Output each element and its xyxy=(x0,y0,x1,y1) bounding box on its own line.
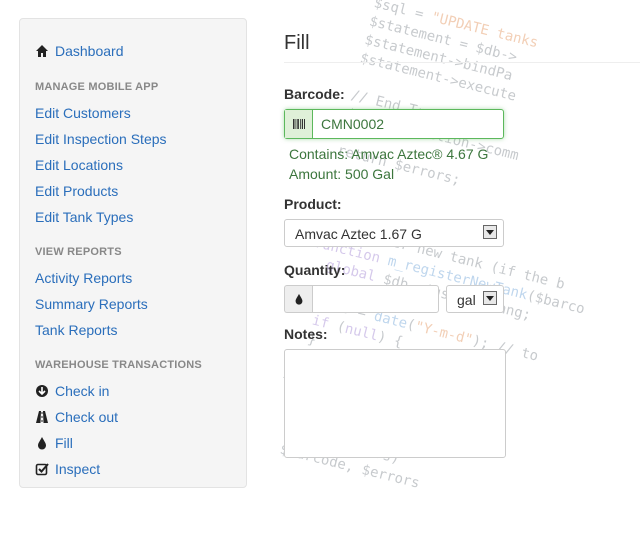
sidebar-item-check-out[interactable]: Check out xyxy=(35,409,118,425)
sidebar-item-edit-customers[interactable]: Edit Customers xyxy=(35,105,131,121)
product-selected-value: Amvac Aztec 1.67 G xyxy=(295,226,422,242)
barcode-label: Barcode: xyxy=(284,86,345,102)
unit-select[interactable]: gal xyxy=(446,285,504,313)
page-title: Fill xyxy=(284,32,310,54)
sidebar-item-inspect[interactable]: Inspect xyxy=(35,461,100,477)
sidebar-item-activity-reports[interactable]: Activity Reports xyxy=(35,270,132,286)
chevron-down-icon[interactable] xyxy=(483,225,497,239)
drop-icon xyxy=(295,293,302,305)
fill-form: Fill Barcode: CMN0002 Contains: Amvac Az… xyxy=(284,0,640,480)
sidebar-item-dashboard[interactable]: Dashboard xyxy=(35,43,124,59)
notes-label: Notes: xyxy=(284,326,328,342)
product-select[interactable]: Amvac Aztec 1.67 G xyxy=(284,219,504,247)
sidebar-item-summary-reports[interactable]: Summary Reports xyxy=(35,296,148,312)
barcode-field[interactable]: CMN0002 xyxy=(284,109,504,139)
sidebar-item-edit-locations[interactable]: Edit Locations xyxy=(35,157,123,173)
sidebar-item-label: Dashboard xyxy=(55,43,124,59)
sidebar: Dashboard MANAGE MOBILE APP Edit Custome… xyxy=(19,18,247,488)
sidebar-item-edit-tank-types[interactable]: Edit Tank Types xyxy=(35,209,133,225)
barcode-input[interactable]: CMN0002 xyxy=(313,110,503,138)
sidebar-item-check-in[interactable]: Check in xyxy=(35,383,109,399)
barcode-addon xyxy=(285,110,313,138)
sidebar-item-label: Check in xyxy=(55,383,110,399)
product-label: Product: xyxy=(284,196,342,212)
section-header-manage-mobile-app: MANAGE MOBILE APP xyxy=(35,81,159,93)
sidebar-item-tank-reports[interactable]: Tank Reports xyxy=(35,322,117,338)
unit-selected-value: gal xyxy=(457,292,476,308)
sidebar-item-edit-inspection-steps[interactable]: Edit Inspection Steps xyxy=(35,131,167,147)
home-icon xyxy=(36,45,48,57)
title-divider xyxy=(284,62,640,63)
sidebar-item-edit-products[interactable]: Edit Products xyxy=(35,183,118,199)
quantity-input[interactable] xyxy=(312,285,439,313)
drop-icon xyxy=(38,437,46,450)
barcode-contains-text: Contains: Amvac Aztec® 4.67 G xyxy=(289,146,489,162)
check-square-icon xyxy=(35,463,49,476)
quantity-addon xyxy=(284,285,312,313)
sidebar-item-label: Inspect xyxy=(55,461,101,477)
section-header-warehouse-transactions: WAREHOUSE TRANSACTIONS xyxy=(35,359,202,371)
chevron-down-icon[interactable] xyxy=(483,291,497,305)
sidebar-item-fill[interactable]: Fill xyxy=(35,435,73,451)
quantity-label: Quantity: xyxy=(284,262,346,278)
arrow-circle-down-icon xyxy=(36,385,48,397)
barcode-amount-text: Amount: 500 Gal xyxy=(289,166,395,182)
sidebar-item-label: Fill xyxy=(55,435,73,451)
sidebar-item-label: Check out xyxy=(55,409,119,425)
barcode-icon xyxy=(292,119,305,129)
section-header-view-reports: VIEW REPORTS xyxy=(35,246,122,258)
notes-textarea[interactable] xyxy=(284,349,506,458)
road-icon xyxy=(36,411,48,423)
